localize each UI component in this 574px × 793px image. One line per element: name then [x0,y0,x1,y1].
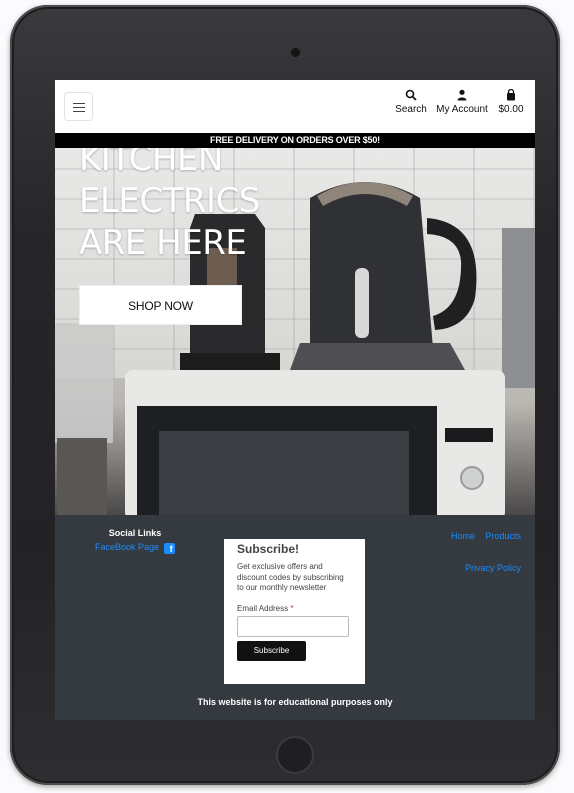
footer-link-home[interactable]: Home [451,531,475,541]
footer-nav: Home Products [443,531,521,541]
newsletter-description: Get exclusive offers and discount codes … [237,562,344,592]
social-links-heading: Social Links [108,528,162,538]
newsletter-title: Subscribe! [237,542,300,556]
newsletter-card: Subscribe! Get exclusive offers and disc… [224,539,365,684]
nav-search[interactable]: Search [393,89,429,115]
account-label: My Account [436,104,488,115]
nav-account[interactable]: My Account [434,89,490,115]
facebook-link[interactable]: FaceBook Page f [95,542,175,554]
hero-title-line: ARE HERE [79,223,247,263]
tablet-frame: Search My Account $0.00 FREE DELIVERY ON… [10,5,560,785]
delivery-banner: FREE DELIVERY ON ORDERS OVER $50! [55,133,535,148]
site-footer: Social Links FaceBook Page f Home Produc… [55,515,535,720]
user-icon [457,89,467,101]
privacy-policy-link[interactable]: Privacy Policy [465,563,521,573]
email-label: Email Address * [237,604,352,613]
shopping-bag-icon [507,89,515,101]
shop-now-button[interactable]: SHOP NOW [79,285,242,325]
email-label-text: Email Address [237,603,289,613]
footer-link-products[interactable]: Products [485,531,521,541]
search-icon [405,89,417,101]
email-field[interactable] [237,615,349,637]
required-mark: * [290,603,294,613]
educational-disclaimer: This website is for educational purposes… [197,697,393,707]
hero-title-line: ELECTRICS [79,181,260,221]
hamburger-icon-line [73,111,85,112]
home-button[interactable] [276,736,314,774]
menu-toggle-button[interactable] [64,92,93,121]
hero-section: KITCHEN ELECTRICS ARE HERE SHOP NOW [55,148,535,515]
subscribe-button[interactable]: Subscribe [237,640,306,661]
nav-cart[interactable]: $0.00 [495,89,527,115]
camera-icon [291,48,300,57]
hamburger-icon [73,103,85,104]
device-screen: Search My Account $0.00 FREE DELIVERY ON… [55,80,535,720]
stage: Search My Account $0.00 FREE DELIVERY ON… [0,0,574,793]
hero-title: KITCHEN ELECTRICS ARE HERE [79,148,319,264]
site-header: Search My Account $0.00 [55,80,535,133]
facebook-link-label: FaceBook Page [95,542,160,552]
hamburger-icon-line [73,107,85,108]
search-label: Search [395,104,427,115]
hero-title-line: KITCHEN [79,148,223,179]
facebook-icon: f [163,543,175,554]
cart-total: $0.00 [498,104,524,115]
